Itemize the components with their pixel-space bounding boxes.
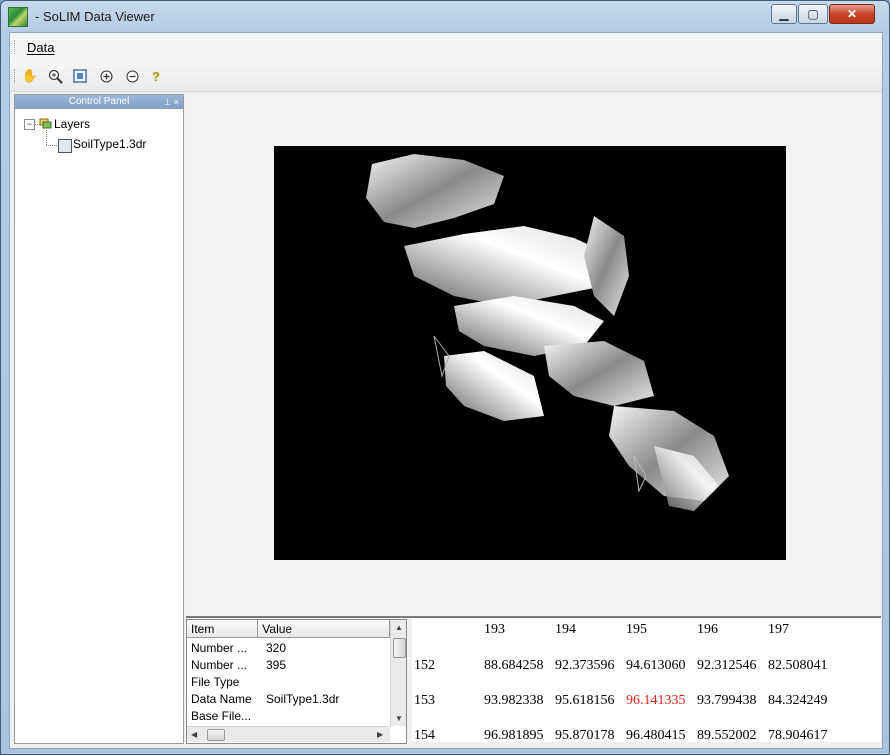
horizontal-splitter[interactable] (186, 616, 881, 618)
scroll-right-icon[interactable]: ▶ (377, 730, 383, 739)
maximize-button[interactable]: ▢ (798, 4, 828, 24)
zoom-plus-icon[interactable] (97, 67, 115, 85)
tree-item-soiltype[interactable]: SoilType1.3dr (73, 137, 146, 151)
menu-data[interactable]: Data (27, 40, 54, 55)
maximize-icon: ▢ (807, 7, 819, 21)
raster-map-canvas[interactable] (274, 146, 786, 560)
control-panel: Control Panel ⊥ × − Layers SoilType1.3dr (14, 94, 184, 744)
toolbar-grip (14, 69, 17, 83)
tree-connector (46, 145, 57, 146)
pan-icon[interactable]: ✋ (21, 67, 39, 85)
properties-vertical-scrollbar[interactable]: ▲ ▼ (390, 620, 406, 726)
help-icon[interactable]: ? (147, 67, 165, 85)
app-window: - SoLIM Data Viewer ▁ ▢ ✕ Data ✋ ? Contr… (0, 0, 890, 755)
property-row[interactable]: File Type (187, 674, 390, 691)
property-value: 320 (266, 641, 287, 655)
scroll-down-icon[interactable]: ▼ (395, 714, 403, 723)
data-grid: 193 194 195 196 197 152 88.684258 92.373… (412, 619, 881, 742)
grid-cell[interactable]: 96.981895 (484, 728, 544, 742)
properties-header: Item Value (187, 620, 390, 638)
grid-cell[interactable]: 84.324249 (768, 693, 828, 709)
grid-cell[interactable]: 93.982338 (484, 693, 544, 709)
toolbar: ✋ ? (10, 61, 882, 92)
layers-icon (39, 118, 52, 129)
minimize-button[interactable]: ▁ (771, 4, 797, 24)
app-logo-icon (8, 7, 28, 27)
property-row[interactable]: Number ... 395 (187, 657, 390, 674)
close-button[interactable]: ✕ (829, 4, 875, 24)
scroll-thumb[interactable] (207, 729, 225, 741)
full-extent-icon[interactable] (71, 67, 89, 85)
property-row[interactable]: Base File... (187, 708, 390, 725)
close-icon: ✕ (846, 7, 858, 21)
menu-bar: Data (10, 33, 882, 61)
grid-cell[interactable]: 93.799438 (697, 693, 757, 709)
grid-cell[interactable]: 82.508041 (768, 658, 828, 674)
property-item: Base File... (191, 709, 252, 723)
pin-icon[interactable]: ⊥ × (163, 95, 179, 109)
property-item: File Type (191, 675, 240, 689)
map-view[interactable] (186, 94, 881, 616)
grid-column-header: 194 (555, 622, 576, 637)
grid-cell-selected[interactable]: 96.141335 (626, 693, 686, 709)
properties-panel: Item Value Number ... 320 Number ... 395 F… (186, 619, 407, 744)
zoom-minus-icon[interactable] (123, 67, 141, 85)
minimize-icon: ▁ (779, 7, 789, 21)
grid-cell[interactable]: 89.552002 (697, 728, 757, 742)
scroll-up-icon[interactable]: ▲ (395, 623, 403, 632)
column-header-item[interactable]: Item (187, 620, 259, 638)
grid-row-header: 152 (414, 658, 435, 673)
scroll-thumb[interactable] (393, 638, 406, 658)
property-row[interactable]: Data Name SoilType1.3dr (187, 691, 390, 708)
grid-cell[interactable]: 78.904617 (768, 728, 828, 742)
control-panel-title: Control Panel (68, 96, 130, 107)
grid-cell[interactable]: 95.870178 (555, 728, 615, 742)
property-item: Data Name (191, 692, 252, 706)
soil-raster-image (366, 154, 729, 511)
grid-cell[interactable]: 88.684258 (484, 658, 544, 674)
grid-column-header: 196 (697, 622, 718, 637)
title-bar[interactable]: - SoLIM Data Viewer ▁ ▢ ✕ (1, 1, 889, 31)
grid-column-header: 197 (768, 622, 789, 637)
grid-column-header: 193 (484, 622, 505, 637)
grid-column-header: 195 (626, 622, 647, 637)
scroll-left-icon[interactable]: ◀ (191, 730, 197, 739)
menu-grip (14, 40, 17, 54)
column-header-value[interactable]: Value (258, 620, 390, 638)
client-area: Data ✋ ? Control Panel ⊥ × − Layers Soil… (9, 32, 883, 749)
property-item: Number ... (191, 641, 248, 655)
tree-item-layers[interactable]: Layers (54, 117, 90, 131)
zoom-in-icon[interactable] (46, 67, 64, 85)
grid-cell[interactable]: 95.618156 (555, 693, 615, 709)
property-value: SoilType1.3dr (266, 692, 340, 706)
grid-cell[interactable]: 92.373596 (555, 658, 615, 674)
grid-cell[interactable]: 94.613060 (626, 658, 686, 674)
property-value: 395 (266, 658, 287, 672)
raster-file-icon (58, 139, 72, 153)
properties-horizontal-scrollbar[interactable]: ◀ ▶ (187, 726, 390, 742)
window-title: - SoLIM Data Viewer (35, 9, 155, 24)
control-panel-header: Control Panel ⊥ × (15, 95, 183, 109)
grid-row-header: 154 (414, 728, 435, 742)
property-row[interactable]: Number ... 320 (187, 640, 390, 657)
grid-row-header: 153 (414, 693, 435, 708)
property-item: Number ... (191, 658, 248, 672)
grid-cell[interactable]: 96.480415 (626, 728, 686, 742)
tree-connector (46, 130, 47, 145)
grid-cell[interactable]: 92.312546 (697, 658, 757, 674)
